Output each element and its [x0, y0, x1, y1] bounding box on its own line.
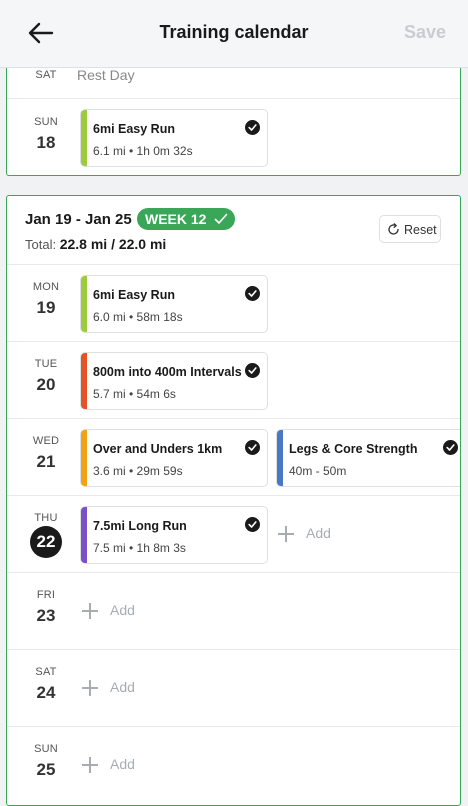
- workout-title: 6mi Easy Run: [93, 122, 175, 136]
- day-row-mon: MON 19 6mi Easy Run 6.0 mi • 58m 18s: [7, 264, 460, 341]
- workout-card[interactable]: 800m into 400m Intervals 5.7 mi • 54m 6s: [80, 352, 268, 410]
- workout-meta: 5.7 mi • 54m 6s: [93, 387, 176, 401]
- plus-icon: [278, 526, 294, 542]
- day-row-fri: FRI 23 Add: [7, 572, 460, 649]
- workout-card[interactable]: Legs & Core Strength 40m - 50m: [276, 429, 460, 487]
- week-header: Jan 19 - Jan 25 WEEK 12 Total: 22.8 mi /…: [7, 196, 460, 264]
- day-row-wed: WED 21 Over and Unders 1km 3.6 mi • 29m …: [7, 418, 460, 495]
- add-workout-button[interactable]: Add: [82, 676, 142, 700]
- workout-card[interactable]: 7.5mi Long Run 7.5 mi • 1h 8m 3s: [80, 506, 268, 564]
- day-of-week: THU: [34, 512, 58, 524]
- week-card-current: Jan 19 - Jan 25 WEEK 12 Total: 22.8 mi /…: [6, 195, 461, 806]
- check-circle-icon: [245, 363, 260, 378]
- refresh-icon: [388, 223, 399, 235]
- day-date: 21: [36, 452, 56, 471]
- workout-title: Legs & Core Strength: [289, 442, 418, 456]
- day-of-week: MON: [32, 281, 60, 293]
- day-of-week: FRI: [36, 589, 56, 601]
- workout-title: 7.5mi Long Run: [93, 519, 187, 533]
- day-row-tue: TUE 20 800m into 400m Intervals 5.7 mi •…: [7, 341, 460, 418]
- workout-color-bar: [81, 276, 87, 332]
- plus-icon: [82, 757, 98, 773]
- day-row-sun: SUN 25 Add: [7, 726, 460, 803]
- day-of-week: SUN: [34, 116, 58, 128]
- app-header: Training calendar Save: [0, 0, 468, 68]
- page-title: Training calendar: [159, 22, 309, 42]
- week-card-previous: SAT Rest Day SUN 18 6mi Easy Run 6.1 mi …: [6, 60, 461, 176]
- workout-title: 6mi Easy Run: [93, 288, 175, 302]
- workout-meta: 6.0 mi • 58m 18s: [93, 310, 183, 324]
- day-date: 20: [36, 375, 56, 394]
- check-circle-icon: [245, 440, 260, 455]
- day-date: 18: [36, 133, 56, 152]
- save-button[interactable]: Save: [404, 22, 446, 43]
- workout-color-bar: [81, 110, 87, 166]
- checkmark-icon: [214, 213, 228, 224]
- day-date: 25: [36, 760, 56, 779]
- week-total: Total: 22.8 mi / 22.0 mi: [25, 236, 167, 252]
- reset-button[interactable]: Reset: [379, 215, 441, 243]
- check-circle-icon: [245, 120, 260, 135]
- workout-meta: 3.6 mi • 29m 59s: [93, 464, 183, 478]
- workout-color-bar: [81, 353, 87, 409]
- rest-day-label: Rest Day: [77, 67, 135, 83]
- day-of-week: SAT: [35, 69, 57, 81]
- check-circle-icon: [443, 440, 458, 455]
- week-total-value: 22.8 mi / 22.0 mi: [59, 236, 167, 252]
- today-date-badge: 22: [30, 526, 62, 558]
- workout-color-bar: [81, 507, 87, 563]
- day-of-week: TUE: [34, 358, 58, 370]
- check-circle-icon: [245, 517, 260, 532]
- day-date: 24: [36, 683, 56, 702]
- add-workout-button[interactable]: Add: [82, 599, 142, 623]
- day-of-week: SUN: [34, 743, 58, 755]
- week-badge: WEEK 12: [137, 208, 235, 230]
- workout-title: Over and Unders 1km: [93, 442, 223, 456]
- workout-meta: 7.5 mi • 1h 8m 3s: [93, 541, 186, 555]
- day-row-sun-prev: SUN 18 6mi Easy Run 6.1 mi • 1h 0m 32s: [7, 98, 460, 176]
- workout-color-bar: [81, 430, 87, 486]
- workout-title: 800m into 400m Intervals: [93, 365, 242, 379]
- day-of-week: SAT: [35, 666, 57, 678]
- week-date-range: Jan 19 - Jan 25: [25, 211, 132, 228]
- workout-meta: 6.1 mi • 1h 0m 32s: [93, 144, 193, 158]
- workout-card[interactable]: Over and Unders 1km 3.6 mi • 29m 59s: [80, 429, 268, 487]
- day-of-week: WED: [32, 435, 60, 447]
- day-date: 19: [36, 298, 56, 317]
- day-row-sat: SAT 24 Add: [7, 649, 460, 726]
- workout-card[interactable]: 6mi Easy Run 6.0 mi • 58m 18s: [80, 275, 268, 333]
- workout-card[interactable]: 6mi Easy Run 6.1 mi • 1h 0m 32s: [80, 109, 268, 167]
- day-date: 23: [36, 606, 56, 625]
- workout-meta: 40m - 50m: [289, 464, 347, 478]
- add-workout-button[interactable]: Add: [278, 522, 338, 546]
- workout-color-bar: [277, 430, 283, 486]
- add-workout-button[interactable]: Add: [82, 753, 142, 777]
- plus-icon: [82, 680, 98, 696]
- check-circle-icon: [245, 286, 260, 301]
- day-row-thu: THU 22 7.5mi Long Run 7.5 mi • 1h 8m 3s …: [7, 495, 460, 572]
- plus-icon: [82, 603, 98, 619]
